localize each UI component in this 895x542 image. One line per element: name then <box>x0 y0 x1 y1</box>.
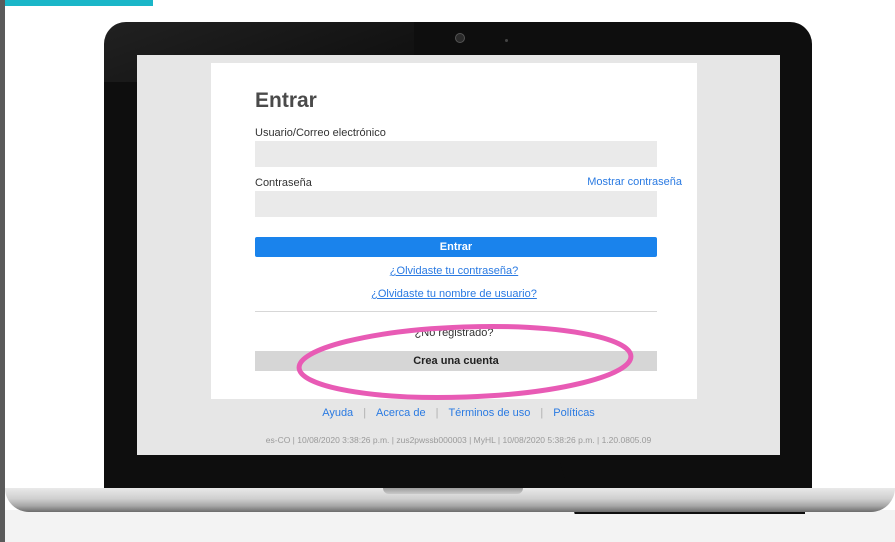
forgot-username-link[interactable]: ¿Olvidaste tu nombre de usuario? <box>211 288 697 300</box>
password-label: Contraseña <box>255 177 312 189</box>
laptop-base <box>5 488 895 512</box>
laptop-screen: Entrar Usuario/Correo electrónico Contra… <box>137 55 780 455</box>
accent-tab <box>5 0 153 6</box>
page-title: Entrar <box>255 89 317 112</box>
highlight-ellipse <box>296 324 634 400</box>
username-label: Usuario/Correo electrónico <box>255 127 386 139</box>
sensor-dot <box>505 39 508 42</box>
footer-info: es-CO | 10/08/2020 3:38:26 p.m. | zus2pw… <box>265 435 652 445</box>
login-button[interactable]: Entrar <box>255 237 657 257</box>
forgot-password-link[interactable]: ¿Olvidaste tu contraseña? <box>211 265 697 277</box>
footer-separator: | <box>435 407 439 419</box>
laptop-base-notch <box>383 488 523 494</box>
footer-link-about[interactable]: Acerca de <box>376 407 426 419</box>
webcam-icon <box>455 33 465 43</box>
password-input[interactable] <box>255 191 657 217</box>
footer-separator: | <box>540 407 544 419</box>
show-password-link[interactable]: Mostrar contraseña <box>587 176 682 188</box>
footer-link-policies[interactable]: Políticas <box>553 407 595 419</box>
username-input[interactable] <box>255 141 657 167</box>
divider <box>255 311 657 312</box>
footer-link-help[interactable]: Ayuda <box>322 407 353 419</box>
footer-links: Ayuda | Acerca de | Términos de uso | Po… <box>137 407 780 419</box>
laptop-lid: Entrar Usuario/Correo electrónico Contra… <box>104 22 812 492</box>
footer-link-terms[interactable]: Términos de uso <box>448 407 530 419</box>
login-button-label: Entrar <box>439 241 473 253</box>
left-frame-border <box>0 0 5 542</box>
login-card: Entrar Usuario/Correo electrónico Contra… <box>211 63 697 400</box>
background-floor <box>5 510 895 542</box>
footer-separator: | <box>363 407 367 419</box>
